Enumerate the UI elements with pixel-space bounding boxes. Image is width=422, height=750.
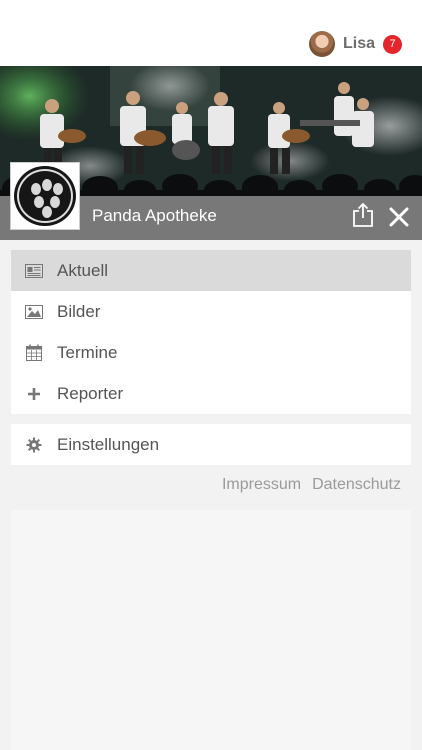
image-icon [25, 303, 43, 321]
club-logo-emblem [14, 166, 76, 226]
plus-icon [25, 385, 43, 403]
club-logo [10, 162, 80, 230]
content-panel [11, 510, 411, 750]
menu-item-label: Termine [57, 342, 118, 362]
menu-item-label: Reporter [57, 383, 124, 403]
club-logo-dot [42, 179, 52, 191]
datenschutz-link[interactable]: Datenschutz [312, 476, 401, 494]
club-logo-dot [31, 183, 41, 195]
impressum-link[interactable]: Impressum [222, 476, 301, 494]
club-logo-dot [53, 183, 63, 195]
user-avatar[interactable] [308, 31, 335, 57]
close-button[interactable] [389, 207, 409, 227]
menu-item-termine[interactable]: Termine [11, 332, 411, 373]
close-icon [389, 207, 409, 227]
club-logo-dot [50, 196, 60, 208]
share-icon [353, 202, 373, 227]
calendar-icon [25, 344, 43, 362]
menu-item-aktuell[interactable]: Aktuell [11, 250, 411, 291]
user-name[interactable]: Lisa [343, 35, 375, 53]
page-title: Panda Apotheke [92, 206, 217, 225]
menu-item-label: Einstellungen [57, 434, 160, 454]
gear-icon [25, 436, 43, 454]
menu-item-label: Aktuell [57, 260, 109, 280]
top-bar: Lisa 7 [0, 0, 422, 66]
newspaper-icon [25, 262, 43, 280]
club-logo-dot [34, 196, 44, 208]
share-button[interactable] [352, 202, 374, 228]
menu-item-label: Bilder [57, 301, 101, 321]
notification-badge[interactable]: 7 [383, 34, 402, 54]
club-logo-dot [42, 206, 52, 218]
user-profile[interactable]: Lisa 7 [308, 30, 402, 58]
menu-item-einstellungen[interactable]: Einstellungen [11, 424, 411, 465]
menu-item-reporter[interactable]: Reporter [11, 373, 411, 414]
footer-links: Impressum Datenschutz [222, 476, 401, 494]
main-menu: Aktuell Bilder Termine Reporter [11, 250, 411, 414]
settings-menu: Einstellungen [11, 424, 411, 465]
menu-item-bilder[interactable]: Bilder [11, 291, 411, 332]
